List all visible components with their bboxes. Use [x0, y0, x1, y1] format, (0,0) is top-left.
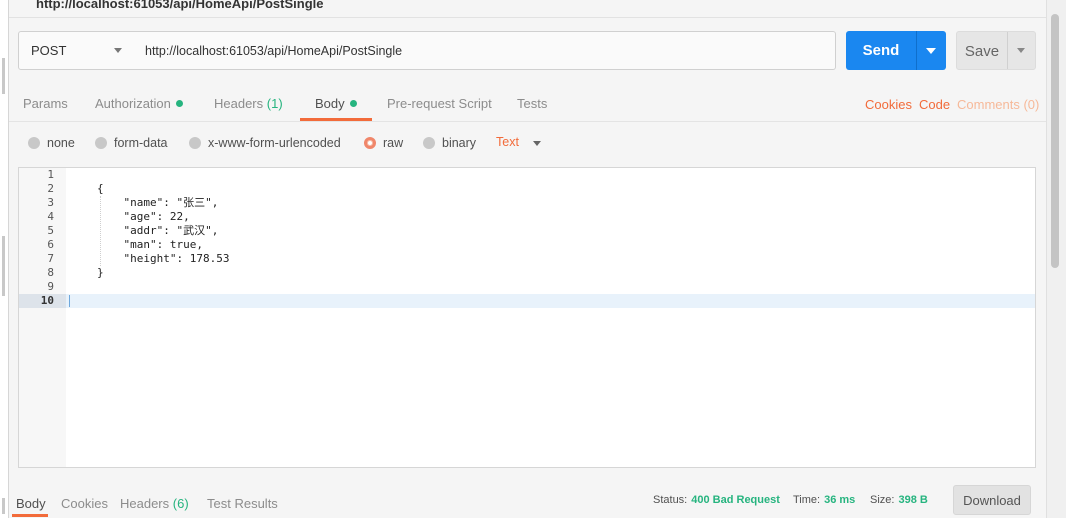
method-select[interactable]: POST [18, 31, 135, 70]
page-scrollbar[interactable] [1046, 0, 1066, 518]
time-value: 36 ms [824, 494, 856, 506]
radio-binary-label: binary [442, 136, 477, 150]
radio-circle-icon [95, 137, 107, 149]
radio-circle-icon [28, 137, 40, 149]
response-tab-headers[interactable]: Headers (6) [120, 496, 189, 511]
line-number-active: 10 [40, 294, 54, 307]
radio-form-data[interactable]: form-data [95, 135, 168, 151]
tab-authorization[interactable]: Authorization [95, 96, 183, 111]
radio-raw-label: raw [383, 136, 404, 150]
code-line: "height": 178.53 [97, 252, 230, 265]
request-title: http://localhost:61053/api/HomeApi/PostS… [36, 0, 324, 11]
status-dot-icon [349, 100, 357, 107]
download-button[interactable]: Download [953, 485, 1031, 515]
code-line: "age": 22, [97, 210, 190, 223]
code-link[interactable]: Code [919, 97, 950, 112]
response-tab-headers-count: (6) [172, 496, 189, 511]
line-number: 6 [47, 238, 54, 251]
line-number: 3 [47, 196, 54, 209]
send-label: Send [862, 42, 900, 59]
method-label: POST [31, 43, 67, 58]
size-label: Size: [870, 494, 895, 506]
radio-none[interactable]: none [28, 135, 75, 151]
top-divider [9, 17, 1046, 18]
response-tab-headers-label: Headers [120, 496, 170, 511]
line-number: 1 [47, 168, 54, 181]
status-label: Status: [653, 494, 688, 506]
url-input[interactable] [134, 31, 836, 70]
tab-authorization-label: Authorization [95, 96, 171, 111]
response-tab-body[interactable]: Body [16, 496, 46, 511]
radio-urlencoded[interactable]: x-www-form-urlencoded [189, 135, 341, 151]
radio-form-data-label: form-data [114, 136, 168, 150]
response-tab-cookies[interactable]: Cookies [61, 496, 108, 511]
left-edge-mark [2, 58, 5, 94]
code-line: "addr": "武汉", [97, 224, 219, 237]
line-number: 4 [47, 210, 54, 223]
tab-headers-label: Headers [214, 96, 264, 111]
tab-prerequest-script[interactable]: Pre-request Script [387, 96, 492, 111]
code-line: } [97, 266, 104, 279]
tab-body-label: Body [315, 96, 345, 111]
left-window-edge [0, 0, 9, 518]
tab-body[interactable]: Body [315, 96, 357, 111]
comments-link[interactable]: Comments (0) [957, 97, 1039, 112]
response-tab-test-results[interactable]: Test Results [207, 496, 278, 511]
size-value: 398 B [898, 494, 928, 506]
save-options-chevron-icon[interactable] [1017, 48, 1025, 53]
status-dot-icon [175, 100, 183, 107]
left-edge-mark [2, 498, 5, 514]
code-editor[interactable]: 1 2 3 4 5 6 7 8 9 10 { "name": "张三", "ag… [18, 167, 1036, 468]
line-number: 8 [47, 266, 54, 279]
send-button[interactable]: Send [846, 31, 946, 70]
line-number: 5 [47, 224, 54, 237]
status-info: Status: 400 Bad Request [653, 494, 780, 506]
scrollbar-thumb[interactable] [1051, 14, 1059, 268]
text-cursor [69, 295, 70, 307]
status-value: 400 Bad Request [691, 494, 780, 506]
time-label: Time: [793, 494, 821, 506]
save-separator [1007, 32, 1008, 69]
radio-circle-icon [423, 137, 435, 149]
radio-urlencoded-label: x-www-form-urlencoded [208, 136, 341, 150]
active-tab-underline [300, 118, 372, 121]
send-separator [916, 31, 917, 70]
radio-binary[interactable]: binary [423, 135, 476, 151]
radio-circle-icon [189, 137, 201, 149]
radio-raw[interactable]: raw [364, 135, 403, 151]
time-info: Time: 36 ms [793, 494, 855, 506]
active-line-highlight [19, 294, 1035, 308]
line-number: 2 [47, 182, 54, 195]
radio-checked-icon [364, 137, 376, 149]
size-info: Size: 398 B [870, 494, 928, 506]
code-line: { [97, 182, 104, 195]
line-number: 9 [47, 280, 54, 293]
code-line: "man": true, [97, 238, 203, 251]
radio-none-label: none [47, 136, 75, 150]
line-number: 7 [47, 252, 54, 265]
tab-headers-count: (1) [266, 96, 283, 111]
chevron-down-icon [114, 48, 122, 53]
tab-tests[interactable]: Tests [517, 96, 547, 111]
cookies-link[interactable]: Cookies [865, 97, 912, 112]
save-button[interactable]: Save [956, 31, 1036, 70]
response-active-tab-underline [12, 514, 48, 517]
send-options-chevron-icon[interactable] [926, 48, 936, 54]
content-type-select[interactable]: Text [496, 135, 519, 149]
save-label: Save [964, 43, 1000, 60]
chevron-down-icon[interactable] [533, 141, 541, 146]
code-line: "name": "张三", [97, 196, 219, 209]
left-edge-mark [2, 236, 5, 296]
tab-headers[interactable]: Headers (1) [214, 96, 283, 111]
tab-params[interactable]: Params [23, 96, 68, 111]
